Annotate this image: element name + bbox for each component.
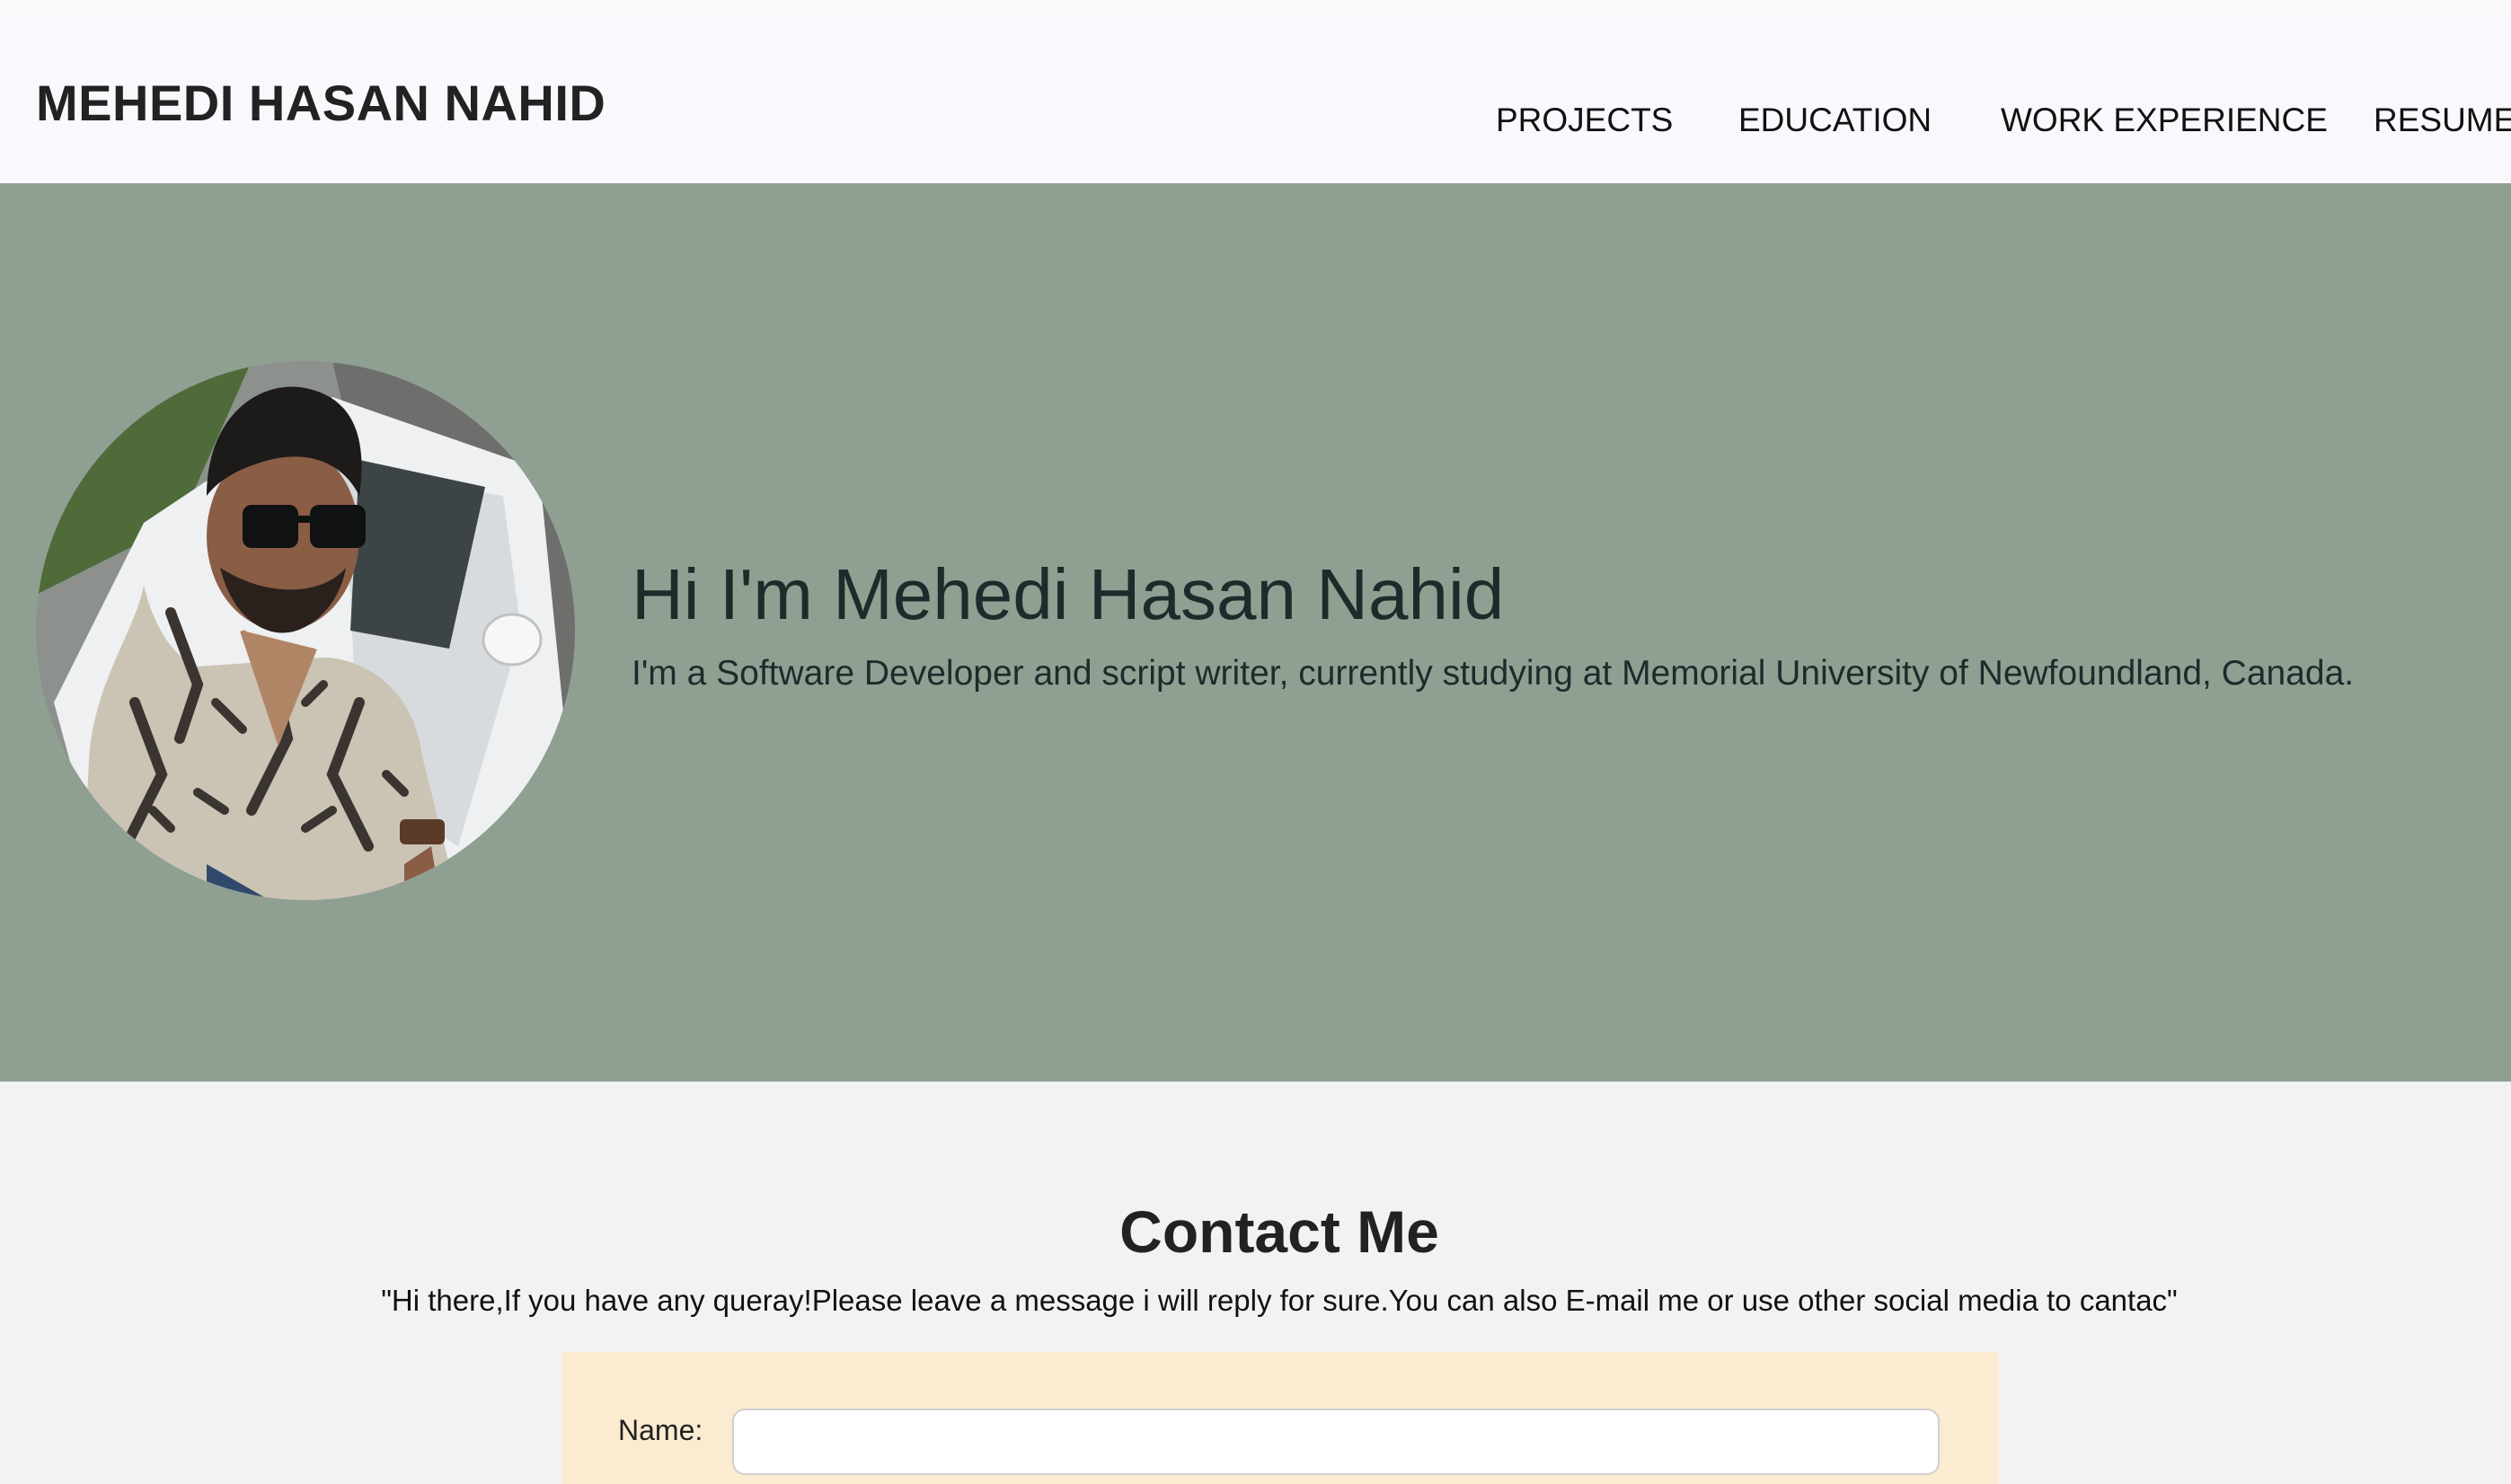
avatar [36, 361, 575, 900]
hero-title: Hi I'm Mehedi Hasan Nahid [632, 554, 1505, 634]
nav-projects[interactable]: PROJECTS [1496, 103, 1673, 137]
nav-resume[interactable]: RESUME [2374, 103, 2511, 137]
contact-title: Contact Me [1119, 1198, 1439, 1265]
nav-education[interactable]: EDUCATION [1738, 103, 1932, 137]
profile-photo [36, 361, 575, 900]
name-label: Name: [618, 1414, 703, 1446]
navbar: MEHEDI HASAN NAHID PROJECTS EDUCATION WO… [0, 19, 2511, 183]
name-input[interactable] [732, 1409, 1940, 1475]
brand-title[interactable]: MEHEDI HASAN NAHID [36, 78, 606, 128]
top-strip [0, 0, 2511, 19]
contact-message: "Hi there,If you have any queray!Please … [381, 1284, 2178, 1317]
nav-work-experience[interactable]: WORK EXPERIENCE [2001, 103, 2328, 137]
hero-subtitle: I'm a Software Developer and script writ… [632, 654, 2355, 693]
